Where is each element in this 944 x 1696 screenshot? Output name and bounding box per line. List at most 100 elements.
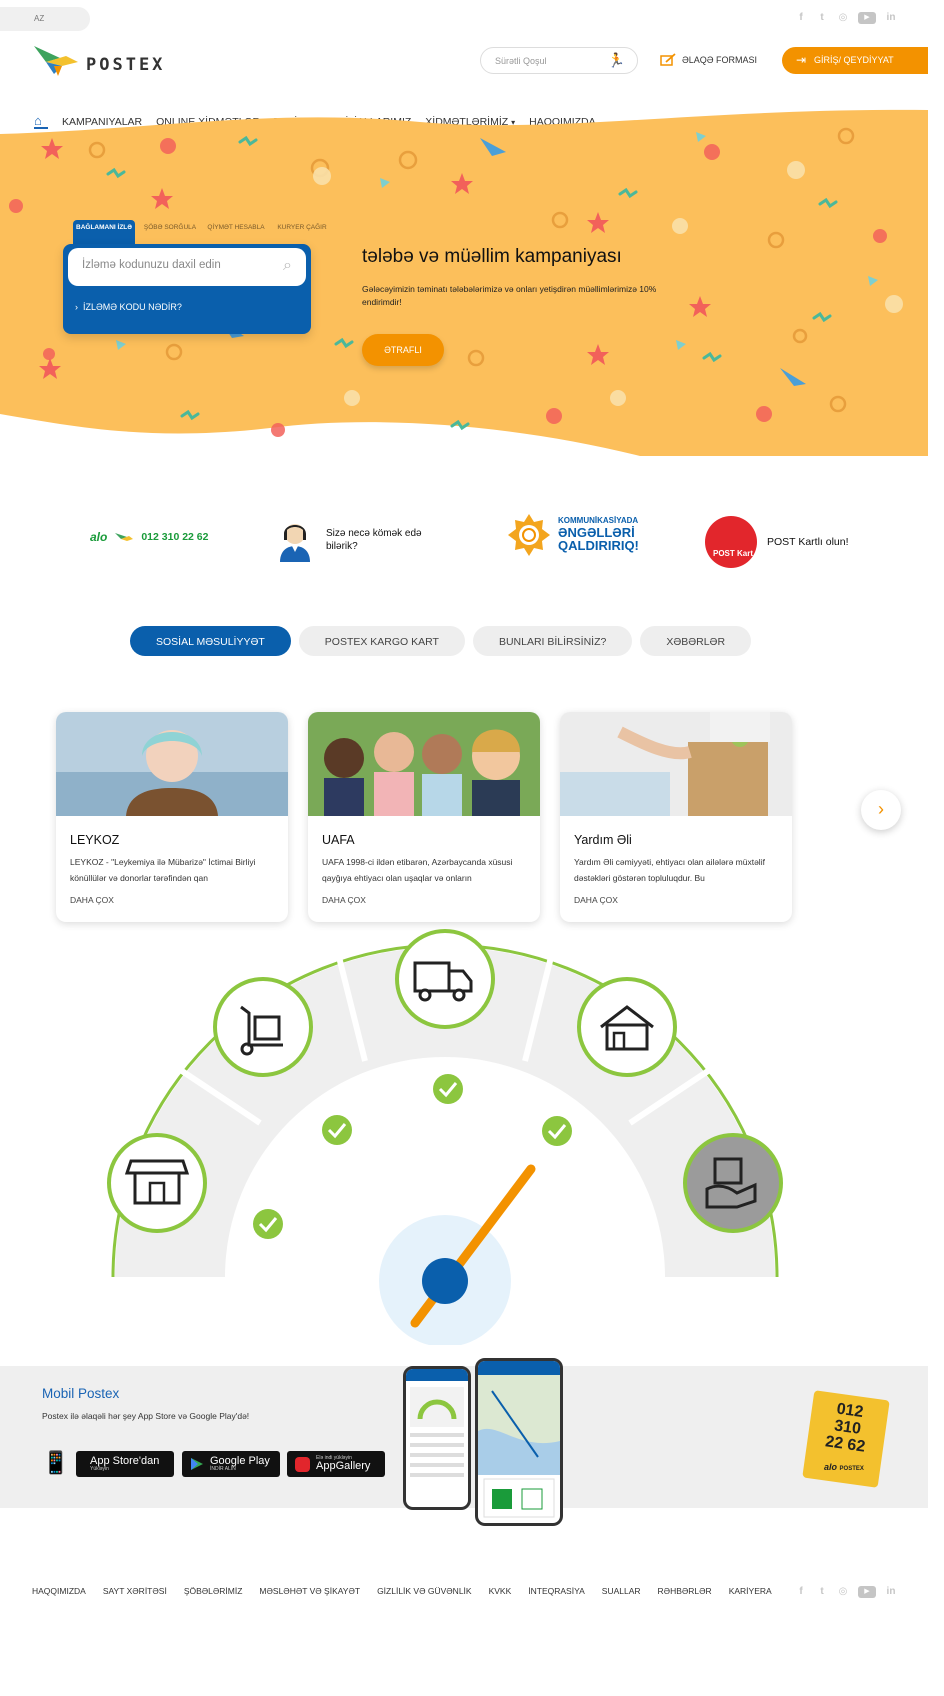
card-description: LEYKOZ - "Leykemiya ilə Mübarizə" İctima… bbox=[70, 857, 256, 883]
footer-link-management[interactable]: RƏHBƏRLƏR bbox=[658, 1586, 712, 1596]
login-register-button[interactable]: ⇥ GİRİŞ/ QEYDİYYAT bbox=[782, 47, 928, 74]
youtube-icon[interactable]: ▶ bbox=[858, 1586, 876, 1598]
instagram-icon[interactable]: ◎ bbox=[837, 12, 849, 24]
check-icon bbox=[433, 1074, 463, 1104]
tracking-code-input[interactable]: İzləmə kodunuzu daxil edin ⌕ bbox=[68, 248, 306, 286]
check-icon bbox=[322, 1115, 352, 1145]
footer-link-faq[interactable]: SUALLAR bbox=[602, 1586, 641, 1596]
content-tabs: SOSİAL MƏSULİYYƏT POSTEX KARGO KART BUNL… bbox=[130, 626, 752, 656]
tab-news[interactable]: XƏBƏRLƏR bbox=[640, 626, 752, 656]
google-play-button[interactable]: Google Play İNDİR ALIN bbox=[182, 1451, 280, 1477]
footer-links: HAQQIMIZDA SAYT XƏRİTƏSİ ŞÖBƏLƏRİMİZ MƏS… bbox=[32, 1586, 772, 1596]
contact-form-link[interactable]: ƏLAQƏ FORMASI bbox=[660, 53, 757, 67]
post-card-text: POST Kartlı olun! bbox=[767, 536, 849, 548]
check-icon bbox=[253, 1209, 283, 1239]
youtube-icon[interactable]: ▶ bbox=[858, 12, 876, 24]
accessibility-banner[interactable]: KOMMUNİKASİYADA ƏNGƏLLƏRİ QALDIRIRIQ! bbox=[508, 514, 639, 556]
card-yardim-eli-image bbox=[560, 712, 792, 816]
help-link[interactable]: Sizə necə kömək edə bilərik? bbox=[272, 518, 426, 562]
facebook-icon[interactable]: f bbox=[795, 1586, 807, 1598]
footer-link-kvkk[interactable]: KVKK bbox=[489, 1586, 512, 1596]
app-gallery-name: AppGallery bbox=[316, 1460, 371, 1472]
tab-branch-query[interactable]: ŞÖBƏ SORĞULA bbox=[139, 220, 201, 244]
footer-link-integration[interactable]: İNTEQRASİYA bbox=[528, 1586, 585, 1596]
social-links: f t ◎ ▶ in bbox=[795, 12, 897, 24]
postex-logo-icon[interactable] bbox=[32, 44, 80, 78]
app-store-button[interactable]: App Store'dan Yükləyin bbox=[76, 1451, 174, 1477]
instagram-icon[interactable]: ◎ bbox=[837, 1586, 849, 1598]
phone-mockup-map bbox=[475, 1358, 563, 1526]
google-play-sub: İNDİR ALIN bbox=[210, 1466, 236, 1472]
card-more-link[interactable]: DAHA ÇOX bbox=[70, 895, 114, 905]
card-leykoz[interactable]: LEYKOZ LEYKOZ - "Leykemiya ilə Mübarizə"… bbox=[56, 712, 288, 922]
google-play-label: Google Play İNDİR ALIN bbox=[210, 1456, 270, 1472]
phone-screen-tracking bbox=[406, 1369, 468, 1477]
google-play-icon bbox=[191, 1458, 203, 1470]
card-more-link[interactable]: DAHA ÇOX bbox=[574, 895, 618, 905]
hero-description: Gələcəyimizin təminatı tələbələrimizə və… bbox=[362, 284, 657, 308]
footer-social-links: f t ◎ ▶ in bbox=[795, 1586, 897, 1598]
phone-mockup-tracking bbox=[403, 1366, 471, 1510]
tab-cargo-card[interactable]: POSTEX KARGO KART bbox=[298, 626, 465, 656]
twitter-icon[interactable]: t bbox=[816, 12, 828, 24]
card-yardim-eli[interactable]: Yardım Əli Yardım Əli cəmiyyəti, ehtiyac… bbox=[560, 712, 792, 922]
quick-connect-placeholder: Sürətli Qoşul bbox=[495, 56, 547, 66]
tracking-code-placeholder: İzləmə kodunuzu daxil edin bbox=[82, 259, 221, 271]
check-icon bbox=[542, 1116, 572, 1146]
badge-alo-label: alo bbox=[824, 1462, 838, 1472]
footer-link-complaints[interactable]: MƏSLƏHƏT VƏ ŞİKAYƏT bbox=[259, 1586, 360, 1596]
post-card-link[interactable]: POST Kart POST Kartlı olun! bbox=[703, 514, 849, 570]
footer-link-about[interactable]: HAQQIMIZDA bbox=[32, 1586, 86, 1596]
footer-link-privacy[interactable]: GİZLİLİK VƏ GÜVƏNLİK bbox=[377, 1586, 472, 1596]
footer-link-branches[interactable]: ŞÖBƏLƏRİMİZ bbox=[184, 1586, 243, 1596]
mobile-description: Postex ilə əlaqəli hər şey App Store və … bbox=[42, 1411, 250, 1421]
tab-social-responsibility[interactable]: SOSİAL MƏSULİYYƏT bbox=[130, 626, 291, 656]
carousel-next-button[interactable]: › bbox=[861, 790, 901, 830]
login-icon: ⇥ bbox=[796, 53, 807, 67]
card-uafa-image bbox=[308, 712, 540, 816]
app-gallery-label: Elə indi yükləyin AppGallery bbox=[316, 1456, 370, 1472]
delivery-gauge bbox=[107, 929, 783, 1345]
app-gallery-button[interactable]: Elə indi yükləyin AppGallery bbox=[287, 1451, 385, 1477]
accessibility-line-2: ƏNGƏLLƏRİ bbox=[558, 524, 635, 540]
tab-call-courier[interactable]: KURYER ÇAĞIR bbox=[271, 220, 333, 244]
chevron-right-icon: › bbox=[878, 799, 884, 819]
call-center-badge: 012 310 22 62 bbox=[802, 1390, 890, 1488]
badge-brand: alo POSTEX bbox=[824, 1462, 864, 1472]
card-title: UAFA bbox=[322, 833, 355, 847]
card-more-link[interactable]: DAHA ÇOX bbox=[322, 895, 366, 905]
hero-title: tələbə və müəllim kampaniyası bbox=[362, 246, 622, 267]
alo-label: alo bbox=[90, 530, 108, 544]
facebook-icon[interactable]: f bbox=[795, 12, 807, 24]
tab-did-you-know[interactable]: BUNLARI BİLİRSİNİZ? bbox=[472, 626, 633, 656]
shop-icon bbox=[107, 1133, 207, 1233]
twitter-icon[interactable]: t bbox=[816, 1586, 828, 1598]
app-store-sub: Yükləyin bbox=[90, 1466, 109, 1472]
hand-truck-icon bbox=[213, 977, 313, 1077]
running-man-icon: 🏃 bbox=[607, 52, 625, 68]
linkedin-icon[interactable]: in bbox=[885, 12, 897, 24]
card-title: Yardım Əli bbox=[574, 833, 632, 847]
card-uafa[interactable]: UAFA UAFA 1998-ci ildən etibarən, Azərba… bbox=[308, 712, 540, 922]
tracking-help-link[interactable]: › İZLƏMƏ KODU NƏDİR? bbox=[75, 302, 182, 312]
quick-connect-input[interactable]: Sürətli Qoşul 🏃 bbox=[480, 47, 638, 74]
call-center-link[interactable]: alo 012 310 22 62 bbox=[90, 530, 209, 544]
phone-hand-icon: 📱 bbox=[42, 1450, 70, 1475]
card-title: LEYKOZ bbox=[70, 833, 120, 847]
contact-form-label: ƏLAQƏ FORMASI bbox=[682, 55, 758, 65]
accessibility-badge-icon bbox=[508, 514, 550, 556]
linkedin-icon[interactable]: in bbox=[885, 1586, 897, 1598]
card-description: UAFA 1998-ci ildən etibarən, Azərbaycand… bbox=[322, 857, 513, 883]
tab-track-parcel[interactable]: BAĞLAMANI İZLƏ bbox=[73, 220, 135, 244]
search-icon[interactable]: ⌕ bbox=[283, 257, 292, 275]
footer-link-sitemap[interactable]: SAYT XƏRİTƏSİ bbox=[103, 1586, 167, 1596]
language-selector[interactable]: AZ bbox=[0, 7, 90, 31]
hero-tool-tabs: BAĞLAMANI İZLƏ ŞÖBƏ SORĞULA QİYMƏT HESAB… bbox=[73, 220, 333, 244]
mobile-title: Mobil Postex bbox=[42, 1386, 120, 1401]
tab-price-calc[interactable]: QİYMƏT HESABLA bbox=[205, 220, 267, 244]
huawei-icon bbox=[295, 1456, 310, 1472]
tracking-box: İzləmə kodunuzu daxil edin ⌕ › İZLƏMƏ KO… bbox=[63, 244, 311, 334]
logo-text[interactable]: POSTEX bbox=[86, 55, 165, 75]
hero-more-button[interactable]: ƏTRAFLI bbox=[362, 334, 444, 366]
footer-link-careers[interactable]: KARİYERA bbox=[729, 1586, 772, 1596]
